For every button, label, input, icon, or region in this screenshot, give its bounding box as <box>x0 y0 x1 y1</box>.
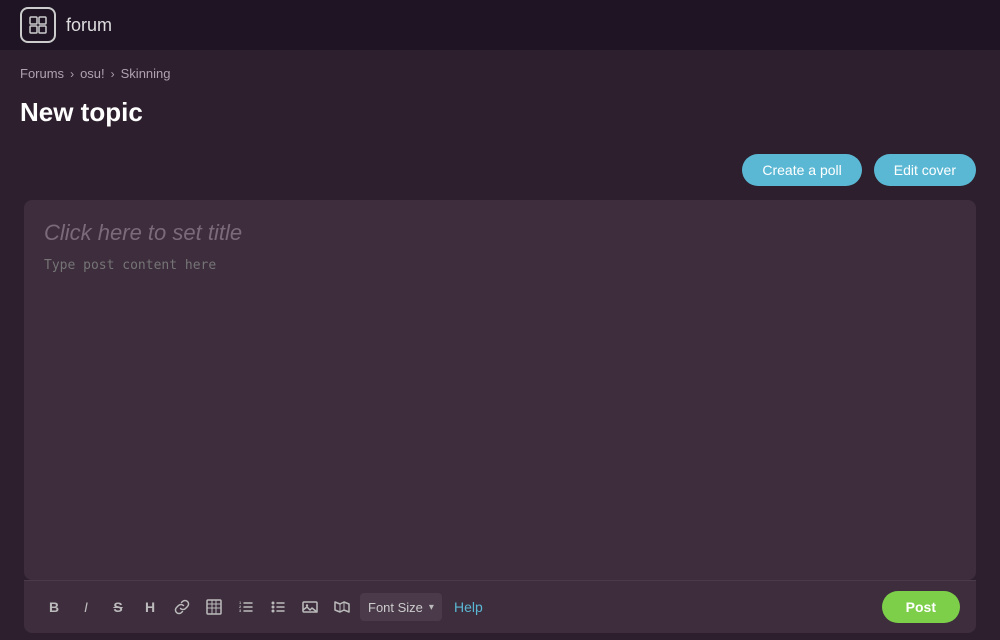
map-button[interactable] <box>328 593 356 621</box>
font-size-label: Font Size <box>368 600 423 615</box>
dropdown-arrow-icon: ▾ <box>429 602 434 613</box>
breadcrumb: Forums › osu! › Skinning <box>0 50 1000 89</box>
ordered-list-icon: 1 2 3 <box>238 599 254 615</box>
breadcrumb-forums[interactable]: Forums <box>20 66 64 81</box>
breadcrumb-osu[interactable]: osu! <box>80 66 105 81</box>
logo-icon <box>20 7 56 43</box>
editor-container: Click here to set title <box>24 200 976 580</box>
create-poll-button[interactable]: Create a poll <box>742 154 861 186</box>
help-button[interactable]: Help <box>454 599 483 615</box>
table-button[interactable] <box>200 593 228 621</box>
image-icon <box>302 599 318 615</box>
logo-text: forum <box>66 15 112 36</box>
italic-button[interactable]: I <box>72 593 100 621</box>
heading-icon: H <box>145 599 155 615</box>
map-icon <box>334 599 350 615</box>
page-title-bar: New topic <box>0 89 1000 144</box>
strikethrough-button[interactable]: S <box>104 593 132 621</box>
unordered-list-icon <box>270 599 286 615</box>
breadcrumb-skinning: Skinning <box>121 66 171 81</box>
italic-icon: I <box>84 599 88 615</box>
link-icon <box>174 599 190 615</box>
font-size-dropdown[interactable]: Font Size ▾ <box>360 593 442 621</box>
breadcrumb-arrow-1: › <box>70 67 74 81</box>
title-input[interactable]: Click here to set title <box>44 220 956 246</box>
edit-cover-button[interactable]: Edit cover <box>874 154 976 186</box>
ordered-list-button[interactable]: 1 2 3 <box>232 593 260 621</box>
strikethrough-icon: S <box>113 599 122 615</box>
editor-toolbar: B I S H 1 2 3 <box>24 580 976 633</box>
breadcrumb-arrow-2: › <box>111 67 115 81</box>
bold-icon: B <box>49 599 59 615</box>
image-button[interactable] <box>296 593 324 621</box>
svg-text:3: 3 <box>239 608 242 613</box>
action-bar: Create a poll Edit cover <box>0 144 1000 196</box>
bold-button[interactable]: B <box>40 593 68 621</box>
unordered-list-button[interactable] <box>264 593 292 621</box>
heading-button[interactable]: H <box>136 593 164 621</box>
header: forum <box>0 0 1000 50</box>
table-icon <box>206 599 222 615</box>
page-title: New topic <box>20 97 980 128</box>
post-button[interactable]: Post <box>882 591 960 623</box>
content-input[interactable] <box>44 258 956 538</box>
link-button[interactable] <box>168 593 196 621</box>
logo-container: forum <box>20 7 112 43</box>
